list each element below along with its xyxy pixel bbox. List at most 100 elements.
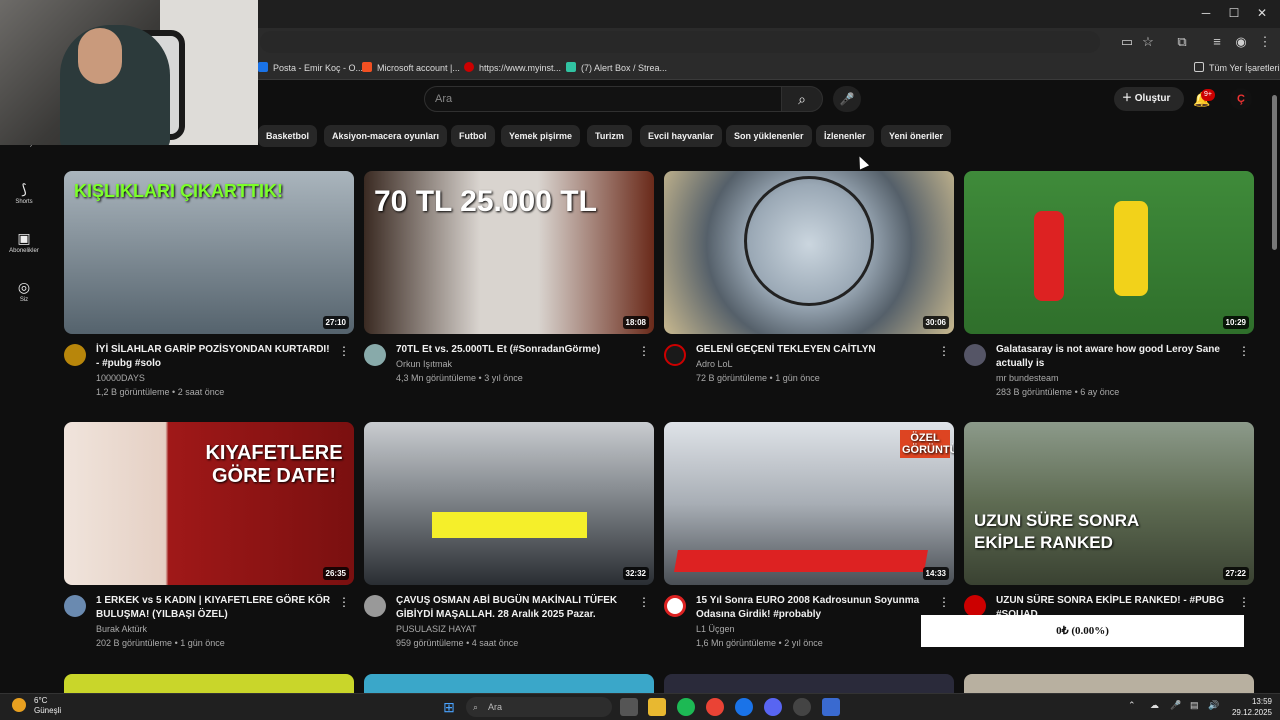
video-thumbnail[interactable]: KIŞLIKLARI ÇIKARTTIK! 27:10	[64, 171, 354, 334]
video-title[interactable]: Galatasaray is not aware how good Leroy …	[996, 343, 1234, 371]
more-options-icon[interactable]: ⋮	[338, 595, 350, 609]
channel-name[interactable]: L1 Üçgen	[696, 624, 735, 634]
extensions-icon[interactable]: ⧉	[1173, 33, 1191, 51]
channel-name[interactable]: PUSULASIZ HAYAT	[396, 624, 477, 634]
voice-search-button[interactable]: 🎤	[833, 86, 861, 112]
video-title[interactable]: İYİ SİLAHLAR GARİP POZİSYONDAN KURTARDI!…	[96, 343, 334, 371]
discord-icon[interactable]	[764, 698, 782, 716]
video-thumbnail[interactable]	[64, 674, 354, 694]
channel-avatar[interactable]	[64, 595, 86, 617]
video-card[interactable]: KIYAFETLERE GÖRE DATE! 26:35 1 ERKEK vs …	[64, 422, 354, 655]
search-button[interactable]: ⌕	[781, 86, 823, 112]
video-thumbnail[interactable]: 32:32	[364, 422, 654, 585]
chip-izlenenler[interactable]: İzlenenler	[816, 125, 874, 147]
video-title[interactable]: 70TL Et vs. 25.000TL Et (#SonradanGörme)	[396, 343, 634, 357]
video-card[interactable]: 32:32 ÇAVUŞ OSMAN ABİ BUGÜN MAKİNALI TÜF…	[364, 422, 654, 655]
microphone-icon[interactable]: 🎤	[1170, 700, 1181, 711]
video-thumbnail[interactable]	[364, 674, 654, 694]
channel-name[interactable]: Adro LoL	[696, 359, 733, 369]
more-options-icon[interactable]: ⋮	[938, 595, 950, 609]
channel-avatar[interactable]	[964, 595, 986, 617]
more-options-icon[interactable]: ⋮	[338, 344, 350, 358]
chip-yeni-oneriler[interactable]: Yeni öneriler	[881, 125, 952, 147]
bookmark-mail[interactable]: Posta - Emir Koç - O...	[258, 60, 363, 76]
file-explorer-icon[interactable]	[648, 698, 666, 716]
taskbar-search[interactable]: ⌕ Ara	[466, 697, 612, 717]
scrollbar-thumb[interactable]	[1272, 95, 1277, 250]
tab-search-icon[interactable]: ≡	[1208, 33, 1226, 51]
chip-aksiyon[interactable]: Aksiyon-macera oyunları	[324, 125, 448, 147]
chip-turizm[interactable]: Turizm	[587, 125, 632, 147]
network-icon[interactable]: ▤	[1190, 700, 1199, 711]
video-card[interactable]: ÖZEL GÖRÜNTÜLER 14:33 15 Yıl Sonra EURO …	[664, 422, 954, 655]
video-thumbnail[interactable]	[964, 674, 1254, 694]
channel-avatar[interactable]	[364, 344, 386, 366]
chip-son-yuklenenler[interactable]: Son yüklenenler	[726, 125, 812, 147]
video-title[interactable]: ÇAVUŞ OSMAN ABİ BUGÜN MAKİNALI TÜFEK GİB…	[396, 594, 634, 622]
video-card[interactable]: 30:06 GELENİ GEÇENİ TEKLEYEN CAİTLYN Adr…	[664, 171, 954, 404]
chip-yemek[interactable]: Yemek pişirme	[501, 125, 581, 147]
close-button[interactable]: ✕	[1252, 4, 1272, 22]
video-title[interactable]: GELENİ GEÇENİ TEKLEYEN CAİTLYN	[696, 343, 934, 357]
more-options-icon[interactable]: ⋮	[638, 595, 650, 609]
cloud-icon[interactable]: ☁	[1150, 700, 1159, 711]
more-options-icon[interactable]: ⋮	[938, 344, 950, 358]
channel-name[interactable]: mr bundesteam	[996, 373, 1059, 383]
obs-icon[interactable]	[793, 698, 811, 716]
tray-expand-icon[interactable]: ⌃	[1128, 700, 1136, 711]
video-title[interactable]: 15 Yıl Sonra EURO 2008 Kadrosunun Soyunm…	[696, 594, 934, 622]
menu-icon[interactable]: ⋮	[1256, 33, 1274, 51]
video-card[interactable]: KIŞLIKLARI ÇIKARTTIK! 27:10 İYİ SİLAHLAR…	[64, 171, 354, 404]
sidebar-item-shorts[interactable]: ⟆ Shorts	[4, 180, 44, 205]
video-thumbnail[interactable]: 30:06	[664, 171, 954, 334]
video-thumbnail[interactable]: 10:29	[964, 171, 1254, 334]
channel-avatar[interactable]	[664, 344, 686, 366]
video-thumbnail[interactable]: ÖZEL GÖRÜNTÜLER 14:33	[664, 422, 954, 585]
profile-icon[interactable]: ◉	[1232, 33, 1250, 51]
create-button[interactable]: ＋ Oluştur	[1114, 87, 1184, 111]
chip-evcil[interactable]: Evcil hayvanlar	[640, 125, 722, 147]
chrome-icon[interactable]	[706, 698, 724, 716]
chip-futbol[interactable]: Futbol	[451, 125, 495, 147]
windows-start-icon[interactable]: ⊞	[440, 698, 458, 716]
channel-avatar[interactable]	[64, 344, 86, 366]
video-card[interactable]: 70 TL 25.000 TL 18:08 70TL Et vs. 25.000…	[364, 171, 654, 404]
channel-avatar[interactable]	[664, 595, 686, 617]
video-thumbnail[interactable]: 70 TL 25.000 TL 18:08	[364, 171, 654, 334]
search-input[interactable]: Ara	[424, 86, 782, 112]
bookmark-star-icon[interactable]: ☆	[1139, 33, 1157, 51]
system-clock[interactable]: 13:59 29.12.2025	[1232, 696, 1272, 718]
channel-name[interactable]: Burak Aktürk	[96, 624, 147, 634]
maximize-button[interactable]: ☐	[1224, 4, 1244, 22]
minimize-button[interactable]: ─	[1196, 4, 1216, 22]
more-options-icon[interactable]: ⋮	[1238, 595, 1250, 609]
more-options-icon[interactable]: ⋮	[1238, 344, 1250, 358]
bookmark-alertbox[interactable]: (7) Alert Box / Strea...	[566, 60, 667, 76]
bookmark-microsoft[interactable]: Microsoft account |...	[362, 60, 460, 76]
task-view-icon[interactable]	[620, 698, 638, 716]
bookmark-myinst[interactable]: https://www.myinst...	[464, 60, 561, 76]
sidebar-item-you[interactable]: ◎ Siz	[4, 278, 44, 303]
weather-widget[interactable]: 6°C Güneşli	[34, 696, 61, 716]
channel-name[interactable]: 10000DAYS	[96, 373, 145, 383]
channel-avatar[interactable]	[964, 344, 986, 366]
weather-icon[interactable]	[12, 698, 26, 712]
more-options-icon[interactable]: ⋮	[638, 344, 650, 358]
video-thumbnail[interactable]	[664, 674, 954, 694]
video-thumbnail[interactable]: UZUN SÜRE SONRA EKİPLE RANKED 27:22	[964, 422, 1254, 585]
channel-name[interactable]: Orkun Işıtmak	[396, 359, 452, 369]
spotify-icon[interactable]	[677, 698, 695, 716]
chip-basketbol[interactable]: Basketbol	[258, 125, 318, 147]
app-icon[interactable]	[822, 698, 840, 716]
address-field[interactable]	[260, 31, 1100, 53]
channel-avatar[interactable]	[364, 595, 386, 617]
video-thumbnail[interactable]: KIYAFETLERE GÖRE DATE! 26:35	[64, 422, 354, 585]
video-title[interactable]: 1 ERKEK vs 5 KADIN | KIYAFETLERE GÖRE KÖ…	[96, 594, 334, 622]
sidebar-item-subscriptions[interactable]: ▣ Abonelikler	[4, 229, 44, 254]
volume-icon[interactable]: 🔊	[1208, 700, 1219, 711]
video-card[interactable]: 10:29 Galatasaray is not aware how good …	[964, 171, 1254, 404]
cast-icon[interactable]: ▭	[1118, 33, 1136, 51]
all-bookmarks[interactable]: Tüm Yer İşaretleri	[1194, 60, 1280, 76]
network-app-icon[interactable]	[735, 698, 753, 716]
account-avatar[interactable]: Ç	[1230, 88, 1252, 110]
